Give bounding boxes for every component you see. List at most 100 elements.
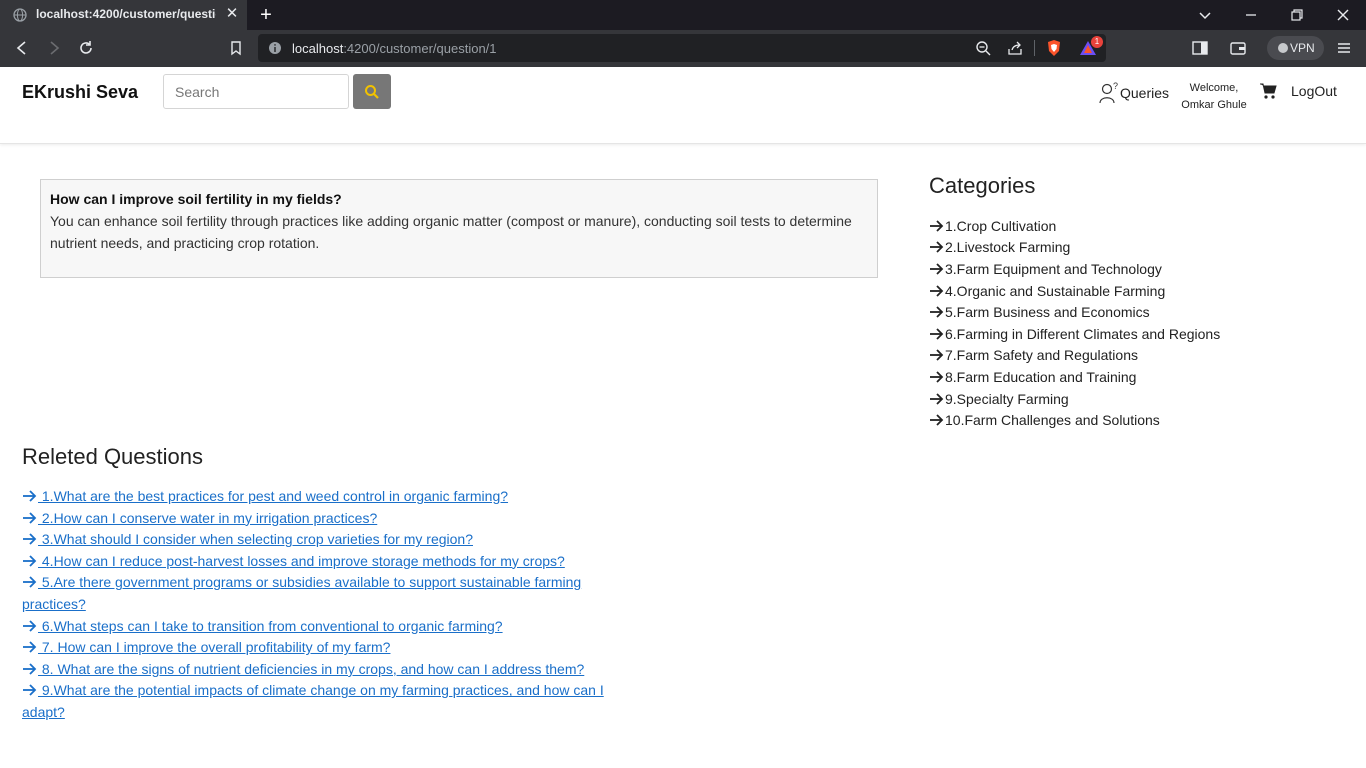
notification-badge: 1: [1091, 36, 1103, 48]
search-input[interactable]: [163, 74, 349, 109]
svg-text:?: ?: [1113, 81, 1118, 91]
related-question-link[interactable]: 4.How can I reduce post-harvest losses a…: [22, 553, 565, 569]
category-item[interactable]: 5.Farm Business and Economics: [929, 301, 1220, 323]
user-name: Omkar Ghule: [1181, 99, 1247, 111]
category-item[interactable]: 1.Crop Cultivation: [929, 215, 1220, 237]
related-question-text: 7. How can I improve the overall profita…: [38, 639, 391, 656]
restore-icon[interactable]: [1287, 5, 1307, 25]
omnibox-divider: [1034, 40, 1035, 56]
category-item[interactable]: 7.Farm Safety and Regulations: [929, 345, 1220, 367]
related-question-text: 9.What are the potential impacts of clim…: [22, 682, 604, 720]
arrow-right-icon: [930, 263, 944, 275]
question-card: How can I improve soil fertility in my f…: [40, 179, 878, 278]
browser-tab[interactable]: localhost:4200/customer/question/1 ✕: [0, 0, 247, 30]
bookmark-icon[interactable]: [227, 39, 245, 57]
reload-icon[interactable]: [77, 39, 95, 57]
tab-search-chevron-icon[interactable]: [1195, 5, 1215, 25]
brand-logo[interactable]: EKrushi Seva: [22, 82, 138, 103]
site-info-icon[interactable]: [268, 41, 282, 55]
logout-link[interactable]: LogOut: [1291, 83, 1337, 99]
search-button[interactable]: [353, 74, 391, 109]
related-question-link[interactable]: 1.What are the best practices for pest a…: [22, 488, 508, 504]
related-questions-list: 1.What are the best practices for pest a…: [22, 486, 612, 724]
related-question-link[interactable]: 2.How can I conserve water in my irrigat…: [22, 510, 377, 526]
category-label: 3.Farm Equipment and Technology: [945, 260, 1162, 277]
queries-link[interactable]: ? Queries: [1098, 81, 1169, 105]
share-icon[interactable]: [1007, 40, 1023, 56]
related-question-item: 9.What are the potential impacts of clim…: [22, 680, 612, 723]
wallet-icon[interactable]: [1229, 39, 1247, 57]
minimize-icon[interactable]: [1241, 5, 1261, 25]
category-label: 2.Livestock Farming: [945, 239, 1071, 256]
category-item[interactable]: 10.Farm Challenges and Solutions: [929, 409, 1220, 431]
related-question-link[interactable]: 3.What should I consider when selecting …: [22, 531, 473, 547]
vpn-button[interactable]: VPN: [1267, 36, 1324, 60]
related-question-text: 8. What are the signs of nutrient defici…: [38, 660, 585, 677]
category-label: 5.Farm Business and Economics: [945, 304, 1150, 321]
back-icon[interactable]: [13, 39, 31, 57]
vpn-label: VPN: [1290, 41, 1315, 55]
related-question-link[interactable]: 5.Are there government programs or subsi…: [22, 574, 581, 612]
close-window-icon[interactable]: [1333, 5, 1353, 25]
related-question-item: 2.How can I conserve water in my irrigat…: [22, 508, 612, 530]
url-text: localhost:4200/customer/question/1: [292, 41, 497, 56]
tab-title: localhost:4200/customer/question/1: [36, 7, 216, 21]
user-question-icon: ?: [1099, 81, 1118, 104]
category-item[interactable]: 6.Farming in Different Climates and Regi…: [929, 323, 1220, 345]
categories-list: 1.Crop Cultivation 2.Livestock Farming 3…: [929, 215, 1220, 431]
arrow-right-icon: [930, 284, 944, 297]
url-path: :4200/customer/question/1: [343, 41, 497, 56]
category-label: 10.Farm Challenges and Solutions: [945, 412, 1160, 429]
welcome-greeting: Welcome,: [1189, 82, 1239, 94]
arrow-right-icon: [23, 533, 37, 545]
category-label: 9.Specialty Farming: [945, 390, 1069, 407]
browser-toolbar: localhost:4200/customer/question/1 1 VPN: [0, 30, 1366, 67]
related-questions-heading: Releted Questions: [22, 444, 203, 469]
close-tab-icon[interactable]: ✕: [224, 6, 240, 22]
arrow-right-icon: [23, 490, 37, 502]
address-bar[interactable]: localhost:4200/customer/question/1 1: [258, 34, 1106, 62]
related-question-link[interactable]: 7. How can I improve the overall profita…: [22, 639, 390, 655]
arrow-right-icon: [930, 306, 944, 318]
related-question-text: 3.What should I consider when selecting …: [38, 531, 473, 548]
forward-icon[interactable]: [45, 39, 63, 57]
search-icon: [365, 85, 379, 99]
arrow-right-icon: [23, 641, 37, 653]
related-question-text: 2.How can I conserve water in my irrigat…: [38, 509, 378, 526]
new-tab-icon[interactable]: +: [256, 4, 276, 26]
menu-icon[interactable]: [1335, 39, 1353, 57]
category-label: 1.Crop Cultivation: [945, 217, 1057, 234]
site-header: EKrushi Seva ? Queries Welcome, Omkar Gh…: [0, 67, 1366, 144]
arrow-right-icon: [23, 511, 37, 524]
category-item[interactable]: 8.Farm Education and Training: [929, 366, 1220, 388]
category-label: 4.Organic and Sustainable Farming: [945, 282, 1166, 299]
question-answer: You can enhance soil fertility through p…: [50, 213, 852, 251]
browser-tab-strip: localhost:4200/customer/question/1 ✕ +: [0, 0, 1366, 30]
brave-shields-icon[interactable]: [1045, 39, 1063, 57]
category-label: 6.Farming in Different Climates and Regi…: [945, 325, 1221, 342]
cart-icon[interactable]: [1259, 82, 1277, 100]
related-question-link[interactable]: 8. What are the signs of nutrient defici…: [22, 661, 584, 677]
arrow-right-icon: [23, 576, 37, 589]
category-item[interactable]: 3.Farm Equipment and Technology: [929, 258, 1220, 280]
category-item[interactable]: 4.Organic and Sustainable Farming: [929, 280, 1220, 302]
zoom-out-icon[interactable]: [975, 40, 991, 56]
category-item[interactable]: 9.Specialty Farming: [929, 388, 1220, 410]
category-label: 7.Farm Safety and Regulations: [945, 347, 1138, 364]
related-question-link[interactable]: 6.What steps can I take to transition fr…: [22, 618, 503, 634]
queries-label: Queries: [1120, 85, 1170, 101]
sidebar-icon[interactable]: [1191, 39, 1209, 57]
related-question-text: 1.What are the best practices for pest a…: [38, 488, 509, 504]
question-title: How can I improve soil fertility in my f…: [50, 191, 342, 207]
category-label: 8.Farm Education and Training: [945, 368, 1137, 385]
url-host: localhost: [292, 41, 344, 56]
related-question-link[interactable]: 9.What are the potential impacts of clim…: [22, 682, 604, 720]
arrow-right-icon: [930, 392, 944, 405]
arrow-right-icon: [930, 220, 944, 232]
related-question-item: 7. How can I improve the overall profita…: [22, 637, 612, 659]
related-question-text: 5.Are there government programs or subsi…: [22, 574, 582, 612]
category-item[interactable]: 2.Livestock Farming: [929, 237, 1220, 259]
arrow-right-icon: [23, 663, 37, 675]
related-question-text: 4.How can I reduce post-harvest losses a…: [38, 552, 565, 569]
arrow-right-icon: [930, 371, 944, 383]
